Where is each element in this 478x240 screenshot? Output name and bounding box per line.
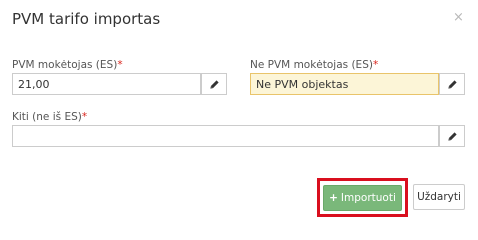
pvm-payer-label: PVM mokėtojas (ES)*: [12, 59, 123, 71]
pencil-icon: [447, 79, 457, 89]
pvm-payer-edit-button[interactable]: [201, 73, 227, 95]
import-button-highlight: + Importuoti: [317, 178, 408, 217]
non-pvm-payer-input[interactable]: [250, 73, 439, 95]
non-pvm-payer-label-text: Ne PVM mokėtojas (ES): [250, 59, 373, 71]
pvm-payer-label-text: PVM mokėtojas (ES): [12, 59, 118, 71]
plus-icon: +: [329, 191, 338, 204]
required-mark: *: [372, 59, 379, 71]
non-pvm-payer-edit-button[interactable]: [439, 73, 465, 95]
pencil-icon: [209, 79, 219, 89]
pvm-payer-input[interactable]: [12, 73, 201, 95]
close-button-label: Uždaryti: [417, 191, 461, 203]
other-label: Kiti (ne iš ES)*: [12, 111, 87, 123]
required-mark: *: [117, 59, 123, 71]
required-mark: *: [81, 111, 88, 123]
dialog-title: PVM tarifo importas: [12, 10, 161, 28]
import-button[interactable]: + Importuoti: [323, 184, 402, 211]
other-edit-button[interactable]: [439, 125, 465, 147]
import-button-label: Importuoti: [340, 191, 396, 204]
pencil-icon: [447, 131, 457, 141]
other-input[interactable]: [12, 125, 439, 147]
non-pvm-payer-label: Ne PVM mokėtojas (ES)*: [250, 59, 378, 71]
close-button[interactable]: Uždaryti: [413, 184, 465, 210]
close-icon[interactable]: ×: [453, 10, 464, 25]
other-label-text: Kiti (ne iš ES): [12, 111, 82, 123]
